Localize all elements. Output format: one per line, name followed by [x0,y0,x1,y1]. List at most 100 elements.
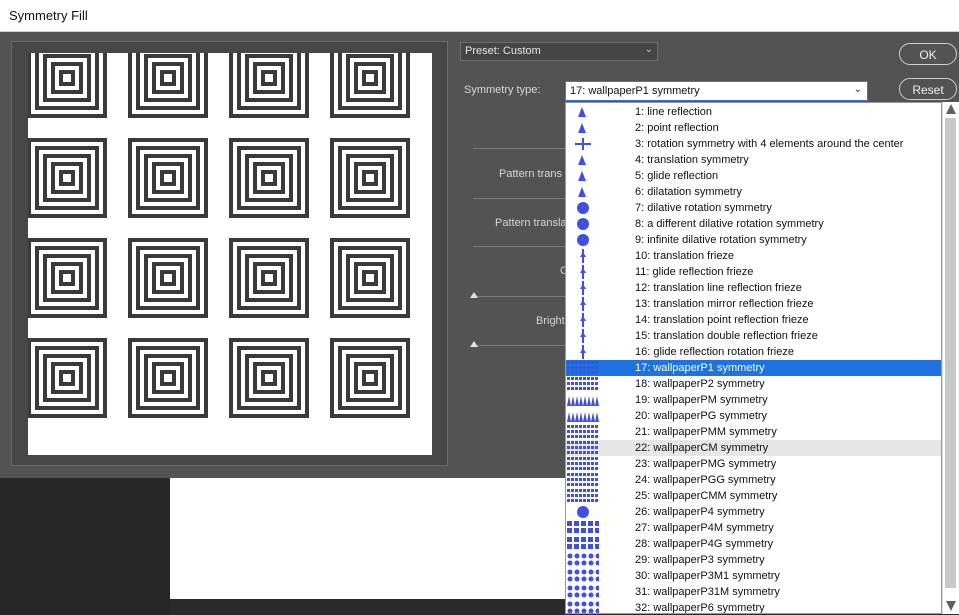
dropdown-item-label: 8: a different dilative rotation symmetr… [635,218,824,230]
dropdown-item[interactable]: 28: wallpaperP4G symmetry [566,536,941,552]
pattern-square [253,162,285,194]
dropdown-item[interactable]: 6: dilatation symmetry [566,184,941,200]
symmetry-thumbnail-icon [567,396,599,406]
dropdown-item[interactable]: 5: glide reflection [566,168,941,184]
slider-thumb[interactable] [470,292,478,298]
dropdown-item[interactable]: 14: translation point reflection frieze [566,312,941,328]
symmetry-thumbnail-icon [567,425,598,438]
pattern-square [152,62,184,94]
pattern-square [362,270,378,286]
dropdown-item[interactable]: 15: translation double reflection frieze [566,328,941,344]
symmetry-thumbnail-icon [578,171,586,181]
scroll-down-arrow-icon[interactable] [946,601,956,611]
symmetry-thumbnail-icon [567,601,599,613]
dropdown-item-label: 16: glide reflection rotation frieze [635,346,794,358]
reset-button[interactable]: Reset [899,78,957,100]
dropdown-item-label: 31: wallpaperP31M symmetry [635,586,780,598]
pattern-square [330,138,410,218]
pattern-square [128,238,208,318]
pattern-square [362,170,378,186]
dropdown-item[interactable]: 4: translation symmetry [566,152,941,168]
dropdown-item[interactable]: 23: wallpaperPMG symmetry [566,456,941,472]
dialog-title: Symmetry Fill [9,8,88,23]
pattern-square [51,62,83,94]
dropdown-item-label: 6: dilatation symmetry [635,186,742,198]
dropdown-item[interactable]: 17: wallpaperP1 symmetry [566,360,941,376]
symmetry-thumbnail-icon [578,123,586,133]
symmetry-thumbnail-icon [580,249,586,263]
pattern-square [128,338,208,418]
dropdown-item[interactable]: 22: wallpaperCM symmetry [566,440,941,456]
symmetry-thumbnail-icon [580,329,586,343]
dropdown-item[interactable]: 24: wallpaperPGG symmetry [566,472,941,488]
dropdown-item-label: 3: rotation symmetry with 4 elements aro… [635,138,904,150]
pattern-square [59,370,75,386]
dropdown-item-label: 9: infinite dilative rotation symmetry [635,234,807,246]
dropdown-item-label: 30: wallpaperP3M1 symmetry [635,570,780,582]
symmetry-thumbnail-icon [567,489,598,502]
pattern-square [229,238,309,318]
symmetry-type-select[interactable]: 17: wallpaperP1 symmetry ⌄ [565,81,868,101]
dropdown-item[interactable]: 20: wallpaperPG symmetry [566,408,941,424]
pattern-square [253,262,285,294]
dropdown-item-label: 25: wallpaperCMM symmetry [635,490,778,502]
dropdown-item[interactable]: 1: line reflection [566,104,941,120]
symmetry-thumbnail-icon [567,553,599,566]
dropdown-item[interactable]: 32: wallpaperP6 symmetry [566,600,941,614]
dropdown-item[interactable]: 18: wallpaperP2 symmetry [566,376,941,392]
dropdown-item[interactable]: 8: a different dilative rotation symmetr… [566,216,941,232]
dropdown-item[interactable]: 31: wallpaperP31M symmetry [566,584,941,600]
dropdown-item[interactable]: 16: glide reflection rotation frieze [566,344,941,360]
symmetry-type-dropdown-list[interactable]: 1: line reflection 2: point reflection 3: … [565,102,942,614]
divider [473,198,565,199]
dropdown-item[interactable]: 30: wallpaperP3M1 symmetry [566,568,941,584]
pattern-square [253,62,285,94]
dropdown-item[interactable]: 12: translation line reflection frieze [566,280,941,296]
dropdown-item[interactable]: 27: wallpaperP4M symmetry [566,520,941,536]
dropdown-item-label: 2: point reflection [635,122,719,134]
dropdown-item[interactable]: 13: translation mirror reflection frieze [566,296,941,312]
symmetry-thumbnail-icon [580,297,586,311]
pattern-square [152,162,184,194]
pattern-translation-label-2: Pattern transla [495,217,567,229]
slider-thumb[interactable] [470,341,478,347]
dropdown-item[interactable]: 29: wallpaperP3 symmetry [566,552,941,568]
divider [473,148,565,149]
ok-button[interactable]: OK [899,43,957,65]
dropdown-item[interactable]: 26: wallpaperP4 symmetry [566,504,941,520]
preset-select[interactable]: Preset: Custom ⌄ [460,42,658,61]
symmetry-thumbnail-icon [578,107,586,117]
dropdown-item[interactable]: 11: glide reflection frieze [566,264,941,280]
pattern-square [160,170,176,186]
symmetry-thumbnail-icon [567,412,599,422]
symmetry-thumbnail-icon [577,202,589,214]
scroll-up-arrow-icon[interactable] [946,104,956,114]
dropdown-item[interactable]: 19: wallpaperPM symmetry [566,392,941,408]
dropdown-item-label: 4: translation symmetry [635,154,749,166]
symmetry-thumbnail-icon [578,187,586,197]
dropdown-item-label: 29: wallpaperP3 symmetry [635,554,765,566]
pattern-square [354,362,386,394]
dropdown-item[interactable]: 7: dilative rotation symmetry [566,200,941,216]
pattern-square [330,238,410,318]
dropdown-item-label: 20: wallpaperPG symmetry [635,410,768,422]
slider-track[interactable] [473,345,565,346]
dropdown-item[interactable]: 10: translation frieze [566,248,941,264]
slider-track[interactable] [473,296,565,297]
pattern-square [51,262,83,294]
dropdown-item[interactable]: 25: wallpaperCMM symmetry [566,488,941,504]
scrollbar-thumb[interactable] [945,118,956,588]
pattern-square [253,362,285,394]
symmetry-thumbnail-icon [580,313,586,327]
dropdown-item[interactable]: 21: wallpaperPMM symmetry [566,424,941,440]
dropdown-item[interactable]: 2: point reflection [566,120,941,136]
dropdown-item[interactable]: 3: rotation symmetry with 4 elements aro… [566,136,941,152]
pattern-square [59,70,75,86]
symmetry-thumbnail-icon [567,569,599,582]
dropdown-item-label: 32: wallpaperP6 symmetry [635,602,765,614]
pattern-square [261,270,277,286]
dropdown-item[interactable]: 9: infinite dilative rotation symmetry [566,232,941,248]
dropdown-scrollbar[interactable] [942,102,959,614]
dropdown-item-label: 24: wallpaperPGG symmetry [635,474,776,486]
dropdown-item-label: 5: glide reflection [635,170,719,182]
